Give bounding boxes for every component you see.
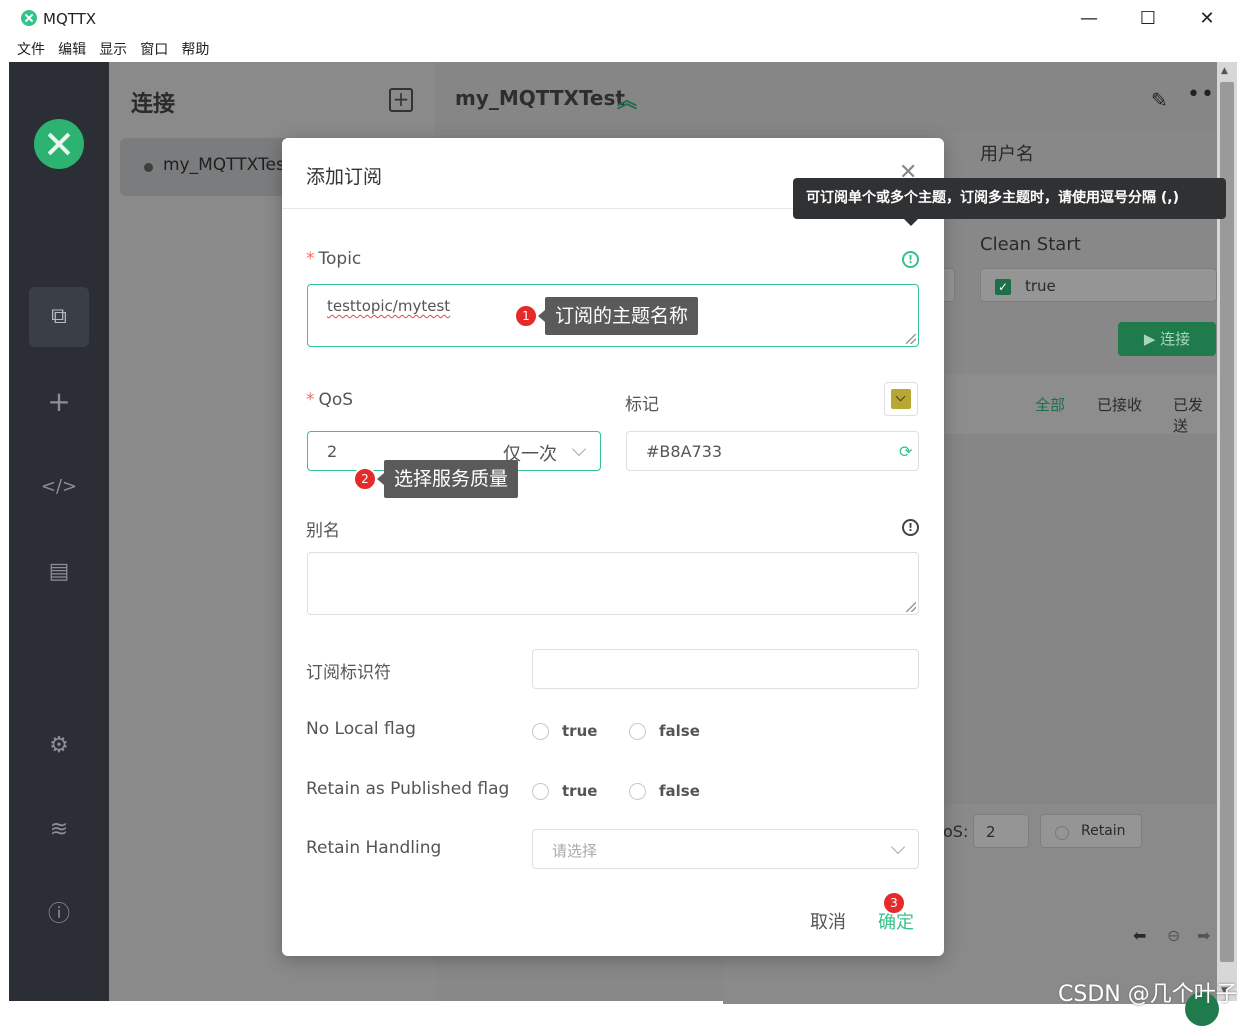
clean-start-value: true xyxy=(1025,277,1056,295)
left-nav: ⧉ + </> ▤ ⚙ ≋ ⓘ xyxy=(9,62,109,1001)
rap-false-radio[interactable] xyxy=(629,783,646,800)
about-info-icon[interactable]: ⓘ xyxy=(29,885,89,945)
resize-handle-icon[interactable] xyxy=(906,334,916,344)
maximize-button[interactable]: ☐ xyxy=(1128,4,1168,34)
color-input[interactable]: #B8A733 ⟳ xyxy=(626,431,919,471)
retain-handling-label: Retain Handling xyxy=(306,838,442,858)
color-value: #B8A733 xyxy=(646,442,723,461)
alias-input[interactable] xyxy=(307,552,919,615)
edit-icon[interactable]: ✎ xyxy=(1151,88,1168,112)
dash-icon[interactable]: ⊖ xyxy=(1167,926,1180,945)
rap-true-label[interactable]: true xyxy=(562,782,597,800)
alias-label: 别名 xyxy=(306,521,340,541)
connection-name: my_MQTTXTest xyxy=(163,155,292,175)
title-bar: MQTTX — ☐ ✕ xyxy=(9,0,1237,38)
tab-received[interactable]: 已接收 xyxy=(1097,394,1142,415)
username-label: 用户名 xyxy=(980,144,1034,165)
window-title: MQTTX xyxy=(43,10,97,28)
add-connection-button[interactable]: + xyxy=(389,88,413,112)
annotation-badge-1: 1 xyxy=(514,304,538,328)
qos-value: 2 xyxy=(986,823,996,841)
menu-window[interactable]: 窗口 xyxy=(140,38,168,62)
settings-gear-icon[interactable]: ⚙ xyxy=(29,716,89,776)
topic-help-tooltip: 可订阅单个或多个主题，订阅多主题时，请使用逗号分隔 (,) xyxy=(793,178,1226,219)
new-connection-icon[interactable]: + xyxy=(29,372,89,432)
tab-all[interactable]: 全部 xyxy=(1035,394,1065,415)
topic-value: testtopic/mytest xyxy=(327,297,451,315)
resize-handle-icon[interactable] xyxy=(906,602,916,612)
annotation-callout-1: 订阅的主题名称 xyxy=(537,297,699,335)
prev-arrow-icon[interactable]: ⬅ xyxy=(1133,926,1146,945)
cancel-button[interactable]: 取消 xyxy=(810,908,846,934)
chevron-down-icon xyxy=(571,441,587,457)
rap-false-label[interactable]: false xyxy=(659,782,700,800)
alias-help-icon[interactable]: ! xyxy=(902,519,919,536)
chevron-down-icon xyxy=(890,839,906,855)
connections-title: 连接 xyxy=(131,92,176,117)
no-local-true-label[interactable]: true xyxy=(562,722,597,740)
connection-title: my_MQTTXTest xyxy=(455,86,625,110)
menu-edit[interactable]: 编辑 xyxy=(58,38,86,62)
color-label: 标记 xyxy=(625,395,659,415)
retain-handling-select[interactable]: 请选择 xyxy=(532,829,919,869)
refresh-icon[interactable]: ⟳ xyxy=(899,442,912,461)
tooltip-arrow xyxy=(904,219,918,226)
retain-as-published-label: Retain as Published flag xyxy=(306,779,510,799)
menu-view[interactable]: 显示 xyxy=(99,38,127,62)
no-local-false-label[interactable]: false xyxy=(659,722,700,740)
color-swatch xyxy=(891,389,911,409)
menu-help[interactable]: 帮助 xyxy=(181,38,209,62)
clean-start-box[interactable]: ✓ true xyxy=(980,268,1217,302)
checkbox-icon: ✓ xyxy=(995,279,1011,295)
dialog-title: 添加订阅 xyxy=(306,166,383,188)
script-icon[interactable]: </> xyxy=(29,457,89,517)
topic-help-icon[interactable]: ! xyxy=(902,251,919,268)
next-arrow-icon[interactable]: ➡ xyxy=(1197,926,1210,945)
menu-bar: 文件 编辑 显示 窗口 帮助 xyxy=(9,38,1237,62)
clean-start-label: Clean Start xyxy=(980,234,1081,255)
qos-label: oS: xyxy=(943,822,969,841)
no-local-label: No Local flag xyxy=(306,719,416,739)
watermark: CSDN @几个叶子 xyxy=(1058,982,1238,1007)
radio-icon xyxy=(1055,826,1069,840)
feed-icon[interactable]: ≋ xyxy=(29,800,89,860)
retain-toggle[interactable]: Retain xyxy=(1040,814,1142,848)
subscription-id-label: 订阅标识符 xyxy=(306,663,391,683)
connect-button[interactable]: ▶ 连接 xyxy=(1118,322,1216,356)
qos-label: * QoS xyxy=(306,390,354,410)
scroll-up-icon[interactable]: ▲ xyxy=(1221,66,1228,76)
minimize-button[interactable]: — xyxy=(1069,4,1109,34)
app-logo-icon xyxy=(34,119,84,169)
main-header: my_MQTTXTest ︽ ✎ ••• xyxy=(435,62,1228,132)
qos-select[interactable]: 2 xyxy=(973,814,1029,848)
menu-file[interactable]: 文件 xyxy=(17,38,45,62)
add-subscription-dialog: 添加订阅 ✕ * Topic ! testtopic/mytest * QoS 2 … xyxy=(282,138,944,956)
retain-handling-placeholder: 请选择 xyxy=(552,842,598,860)
status-dot-icon xyxy=(144,163,153,172)
topic-label: * Topic xyxy=(306,249,362,269)
message-tabs: 全部 已接收 已发送 xyxy=(945,374,1217,436)
collapse-chevron-icon[interactable]: ︽ xyxy=(617,84,637,113)
annotation-callout-2: 选择服务质量 xyxy=(376,460,519,498)
no-local-false-radio[interactable] xyxy=(629,723,646,740)
log-icon[interactable]: ▤ xyxy=(29,542,89,602)
annotation-badge-3: 3 xyxy=(882,891,906,915)
retain-label: Retain xyxy=(1081,823,1126,839)
color-picker-button[interactable] xyxy=(884,382,918,416)
connections-icon[interactable]: ⧉ xyxy=(29,287,89,347)
mqttx-logo-icon xyxy=(21,10,37,26)
tab-sent[interactable]: 已发送 xyxy=(1173,394,1217,436)
close-window-button[interactable]: ✕ xyxy=(1187,4,1227,34)
annotation-badge-2: 2 xyxy=(353,467,377,491)
rap-true-radio[interactable] xyxy=(532,783,549,800)
qos-value: 2 xyxy=(327,442,338,461)
subscription-id-input[interactable] xyxy=(532,649,919,689)
no-local-true-radio[interactable] xyxy=(532,723,549,740)
